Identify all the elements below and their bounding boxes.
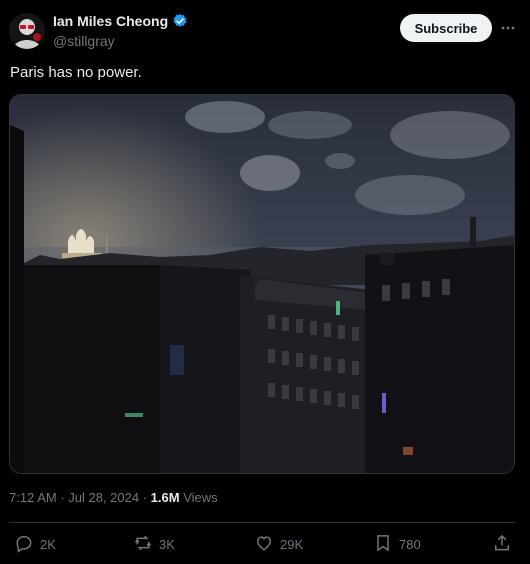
tweet-time[interactable]: 7:12 AM	[9, 490, 57, 505]
share-button[interactable]	[492, 530, 512, 558]
like-button[interactable]: 29K	[254, 530, 303, 558]
bookmark-count: 780	[399, 536, 421, 552]
bookmark-button[interactable]: 780	[373, 530, 421, 558]
repost-count: 3K	[159, 536, 175, 552]
meta-separator: ·	[139, 490, 151, 505]
meta-separator: ·	[56, 490, 69, 505]
views-label: Views	[179, 490, 218, 505]
like-count: 29K	[280, 536, 304, 552]
repost-icon	[133, 533, 153, 556]
divider	[9, 522, 515, 523]
author-name[interactable]: Ian Miles Cheong	[53, 13, 168, 29]
subscribe-button[interactable]: Subscribe	[400, 14, 492, 42]
verified-badge-icon	[172, 13, 188, 29]
author-name-row[interactable]: Ian Miles Cheong	[53, 13, 188, 29]
avatar[interactable]	[9, 13, 45, 49]
tweet-date[interactable]: Jul 28, 2024	[68, 490, 139, 505]
tweet-meta: 7:12 AM · Jul 28, 2024 · 1.6M Views	[9, 490, 218, 505]
tweet-text: Paris has no power.	[10, 64, 142, 81]
tweet-photo[interactable]	[9, 94, 515, 474]
like-icon	[254, 533, 274, 556]
bookmark-icon	[373, 533, 393, 556]
reply-button[interactable]: 2K	[14, 530, 56, 558]
action-bar: 2K 3K 29K 780	[0, 530, 530, 558]
more-icon[interactable]	[500, 20, 516, 36]
share-icon	[492, 533, 512, 556]
reply-icon	[14, 533, 34, 556]
author-handle[interactable]: @stillgray	[53, 33, 115, 49]
reply-count: 2K	[40, 536, 56, 552]
tweet: Ian Miles Cheong @stillgray Subscribe Pa…	[0, 0, 530, 564]
views-count: 1.6M	[150, 490, 180, 505]
repost-button[interactable]: 3K	[133, 530, 175, 558]
